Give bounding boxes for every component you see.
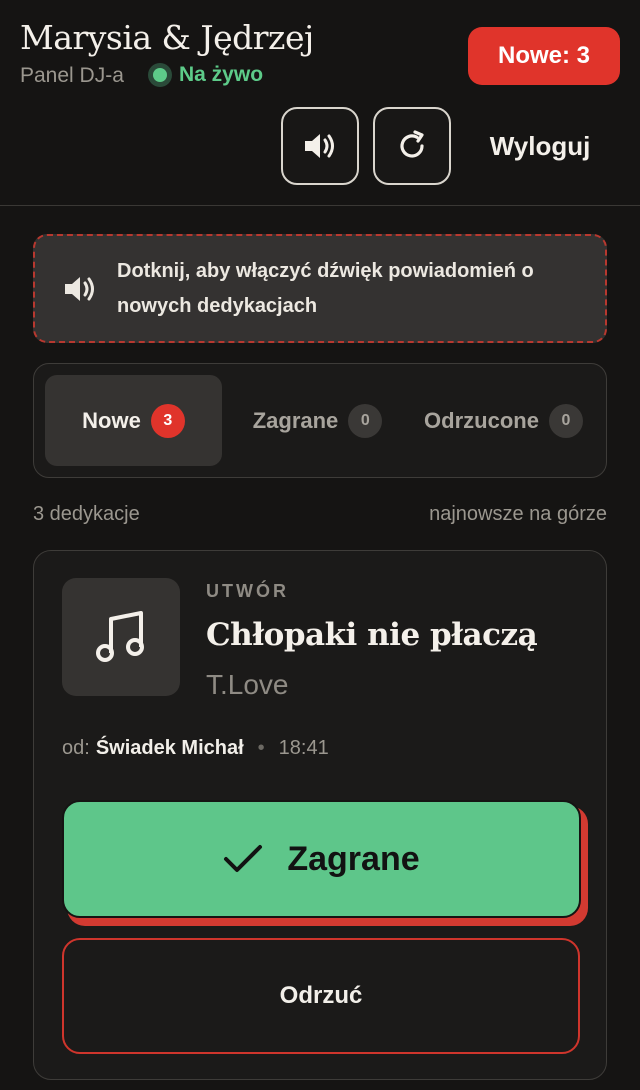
separator-dot: • — [257, 737, 265, 759]
tab-played[interactable]: Zagrane 0 — [230, 375, 405, 466]
tab-played-label: Zagrane — [252, 407, 339, 433]
mark-played-label: Zagrane — [287, 839, 420, 878]
request-count: 3 dedykacje — [33, 503, 140, 525]
reject-button[interactable]: Odrzuć — [62, 938, 580, 1054]
song-artwork — [62, 578, 180, 696]
header-divider — [0, 205, 640, 206]
sound-notice-banner[interactable]: Dotknij, aby włączyć dźwięk powiadomień … — [33, 234, 607, 343]
song-artist: T.Love — [206, 669, 289, 700]
tab-rejected-label: Odrzucone — [424, 407, 539, 433]
mark-played-button[interactable]: Zagrane — [62, 800, 581, 918]
tab-rejected-count: 0 — [548, 403, 583, 438]
tab-new[interactable]: Nowe 3 — [45, 375, 222, 466]
sound-toggle-button[interactable] — [281, 107, 359, 185]
new-count-badge[interactable]: Nowe: 3 — [468, 27, 620, 85]
sort-order-label: najnowsze na górze — [429, 503, 607, 525]
from-prefix: od: — [62, 737, 90, 759]
tab-new-label: Nowe — [82, 407, 141, 433]
request-card: UTWÓR Chłopaki nie płaczą T.Love od: Świ… — [33, 550, 607, 1080]
live-dot-icon — [148, 63, 172, 87]
logout-button[interactable]: Wyloguj — [470, 120, 610, 172]
speaker-icon — [65, 276, 94, 301]
status-tabs: Nowe 3 Zagrane 0 Odrzucone 0 — [33, 363, 607, 478]
live-label: Na żywo — [179, 63, 264, 86]
refresh-icon — [400, 130, 424, 158]
panel-subtitle: Panel DJ-a — [20, 64, 124, 87]
notice-text: Dotknij, aby włączyć dźwięk powiadomień … — [117, 259, 534, 317]
speaker-icon — [305, 134, 334, 158]
tab-rejected[interactable]: Odrzucone 0 — [412, 375, 595, 466]
music-note-icon — [96, 611, 144, 662]
request-type: UTWÓR — [206, 581, 289, 601]
event-title: Marysia & Jędrzej — [20, 18, 314, 57]
tab-played-count: 0 — [348, 403, 383, 438]
request-time: 18:41 — [278, 737, 329, 759]
requester-name: Świadek Michał — [95, 737, 244, 759]
requester-row: od: Świadek Michał • 18:41 — [62, 737, 329, 760]
refresh-button[interactable] — [373, 107, 451, 185]
checkmark-icon — [224, 845, 263, 872]
live-status: Na żywo — [148, 63, 263, 87]
song-title: Chłopaki nie płaczą — [206, 617, 538, 653]
tab-new-count: 3 — [150, 403, 185, 438]
